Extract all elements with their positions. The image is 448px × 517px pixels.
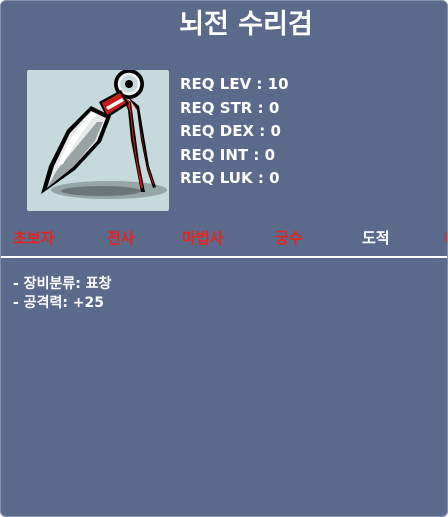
req-label: REQ INT — [180, 145, 249, 164]
job-pirate: 해적 — [444, 226, 447, 250]
job-list: 초보자 전사 마법사 궁수 도적 해적 — [13, 226, 447, 250]
req-label: REQ LEV — [180, 75, 252, 93]
req-label: REQ LUK — [180, 169, 253, 187]
job-warrior: 전사 — [107, 229, 135, 247]
req-dex: REQ DEX : 0 — [180, 122, 281, 140]
job-beginner: 초보자 — [13, 229, 55, 247]
item-name: 뇌전 수리검 — [179, 9, 313, 40]
req-level: REQ LEV : 10 — [180, 75, 289, 93]
req-value: 10 — [267, 75, 289, 93]
throwing-star-icon — [41, 70, 167, 199]
stat-category: - 장비분류: 표창 — [13, 276, 112, 292]
req-label: REQ DEX — [180, 122, 255, 140]
req-int: REQ INT : 0 — [180, 145, 276, 164]
job-bowman: 궁수 — [275, 229, 303, 247]
req-str: REQ STR : 0 — [180, 98, 280, 117]
job-thief: 도적 — [362, 229, 390, 247]
req-luk: REQ LUK : 0 — [180, 169, 280, 187]
item-stats: - 장비분류: 표창 - 공격력: +25 — [13, 275, 111, 313]
req-value: 0 — [264, 145, 276, 164]
stat-attack: - 공격력: +25 — [13, 295, 105, 311]
req-value: 0 — [269, 169, 280, 187]
job-magician: 마법사 — [182, 229, 224, 247]
req-value: 0 — [268, 98, 280, 117]
req-value: 0 — [270, 122, 281, 140]
divider — [1, 256, 447, 258]
item-icon-frame — [27, 70, 169, 211]
item-tooltip: 뇌전 수리검 REQ LEV : 10 REQ STR: 0 REQ DEX … — [0, 0, 448, 517]
req-label: REQ STR — [180, 98, 253, 117]
requirements-list: REQ LEV : 10 REQ STR : 0 REQ DEX : 0 REQ… — [180, 73, 289, 191]
